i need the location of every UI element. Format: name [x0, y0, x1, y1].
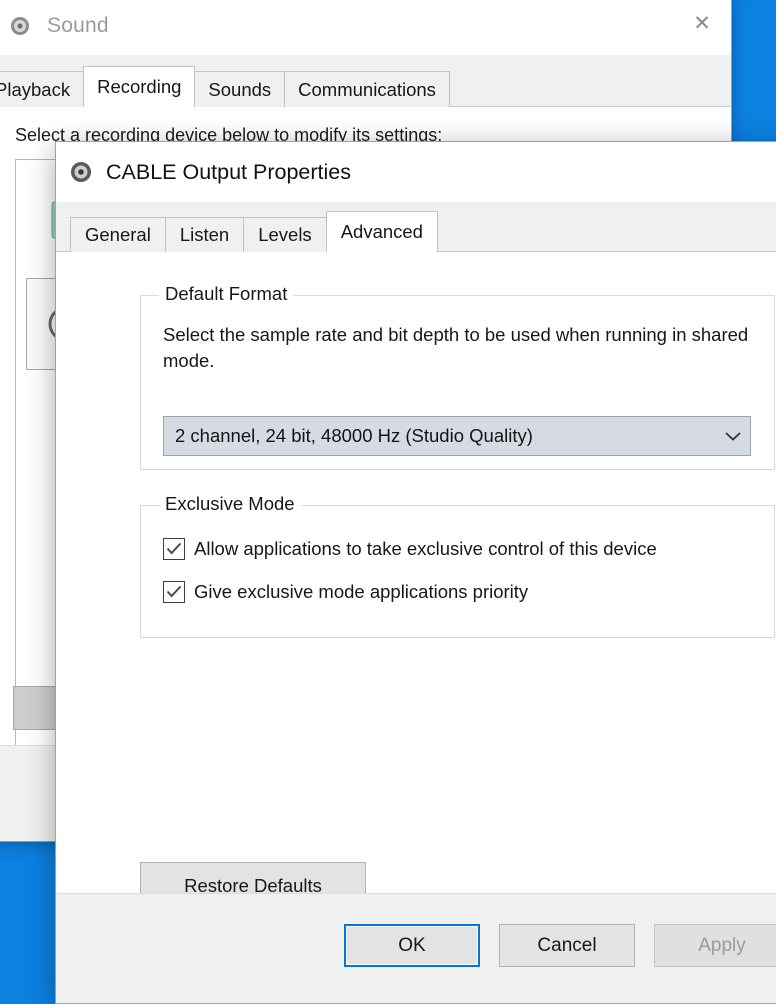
- tab-sounds[interactable]: Sounds: [194, 71, 286, 107]
- sound-window-tabstrip: Playback Recording Sounds Communications: [0, 55, 731, 107]
- cancel-button[interactable]: Cancel: [499, 924, 635, 967]
- tab-recording[interactable]: Recording: [83, 66, 196, 107]
- tab-general[interactable]: General: [70, 217, 166, 252]
- default-format-group-title: Default Format: [159, 283, 294, 305]
- chevron-down-icon: [716, 430, 750, 442]
- checkbox-allow-exclusive-control[interactable]: Allow applications to take exclusive con…: [163, 538, 657, 560]
- exclusive-mode-group-title: Exclusive Mode: [159, 493, 301, 515]
- tab-advanced[interactable]: Advanced: [325, 211, 438, 252]
- exclusive-mode-group: Exclusive Mode Allow applications to tak…: [140, 493, 775, 638]
- tab-listen[interactable]: Listen: [164, 217, 245, 252]
- sound-window-title: Sound: [47, 14, 109, 37]
- properties-dialog-tabstrip: General Listen Levels Advanced: [56, 202, 776, 252]
- checkmark-icon[interactable]: [163, 581, 185, 603]
- apply-button[interactable]: Apply: [654, 924, 776, 967]
- advanced-tab-page: Default Format Select the sample rate an…: [56, 252, 776, 909]
- tab-communications[interactable]: Communications: [284, 71, 450, 107]
- tab-playback[interactable]: Playback: [0, 71, 85, 107]
- default-format-description: Select the sample rate and bit depth to …: [163, 324, 749, 371]
- tab-levels[interactable]: Levels: [243, 217, 327, 252]
- checkbox-exclusive-priority[interactable]: Give exclusive mode applications priorit…: [163, 581, 528, 603]
- checkbox-label: Give exclusive mode applications priorit…: [194, 581, 529, 602]
- speaker-icon: [69, 160, 93, 184]
- properties-dialog-tabs: General Listen Levels Advanced: [70, 211, 438, 252]
- checkbox-label: Allow applications to take exclusive con…: [194, 538, 657, 559]
- properties-dialog-title: CABLE Output Properties: [106, 159, 351, 184]
- cable-output-properties-dialog: CABLE Output Properties ✕ General Listen…: [55, 141, 776, 1004]
- sound-window-tabs: Playback Recording Sounds Communications: [0, 66, 450, 107]
- speaker-icon: [9, 15, 31, 37]
- properties-dialog-buttonbar: OK Cancel Apply: [56, 893, 776, 1003]
- default-format-selected-value: 2 channel, 24 bit, 48000 Hz (Studio Qual…: [175, 425, 533, 446]
- default-format-group: Default Format Select the sample rate an…: [140, 283, 775, 470]
- close-icon[interactable]: ✕: [673, 0, 731, 49]
- ok-button[interactable]: OK: [344, 924, 480, 967]
- checkmark-icon[interactable]: [163, 538, 185, 560]
- properties-dialog-titlebar: CABLE Output Properties ✕: [56, 142, 776, 202]
- default-format-dropdown[interactable]: 2 channel, 24 bit, 48000 Hz (Studio Qual…: [163, 416, 751, 456]
- close-icon[interactable]: ✕: [752, 142, 776, 198]
- sound-window-titlebar: Sound ✕: [0, 0, 731, 55]
- desktop-background: Sound ✕ Playback Recording Sounds Commun…: [0, 0, 776, 1004]
